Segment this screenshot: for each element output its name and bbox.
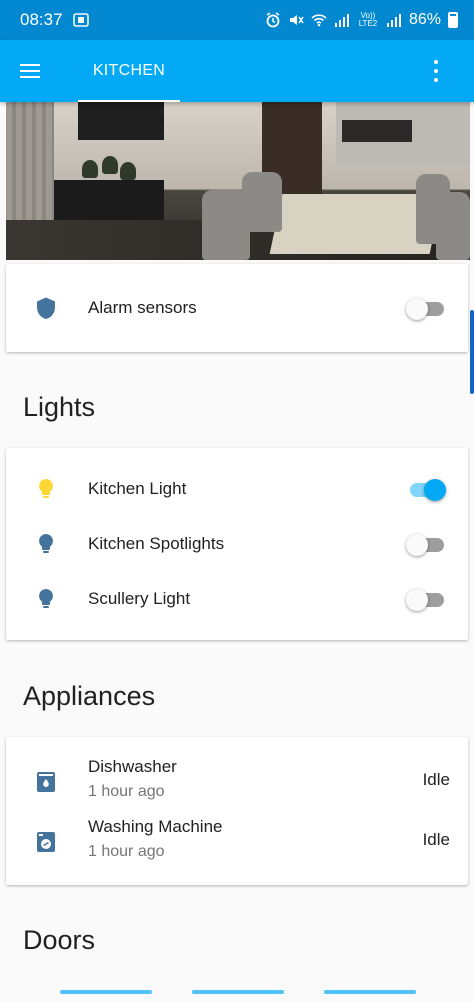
signal-icon: [334, 14, 349, 27]
battery-percent: 86%: [408, 11, 441, 28]
status-time: 08:37: [20, 10, 63, 29]
tab-kitchen[interactable]: KITCHEN: [78, 40, 180, 102]
appliances-card: Dishwasher 1 hour ago Idle Washing Machi…: [6, 737, 468, 885]
alarm-icon: [266, 12, 280, 28]
alarm-toggle[interactable]: [406, 297, 446, 320]
light-row-scullery[interactable]: Scullery Light: [6, 576, 468, 622]
alarm-label: Alarm sensors: [88, 298, 197, 317]
tab-indicator: [78, 100, 180, 102]
wifi-icon: [311, 14, 327, 27]
shield-icon: [37, 297, 55, 319]
light-row-spotlights[interactable]: Kitchen Spotlights: [6, 521, 468, 567]
appliances-title: Appliances: [23, 681, 156, 711]
light-toggle-scullery[interactable]: [406, 588, 446, 611]
dishwasher-icon: [37, 772, 55, 792]
screenshot-icon: [72, 13, 89, 27]
scrollbar[interactable]: [470, 310, 474, 394]
bottom-nav-hint: [0, 986, 474, 1001]
appliance-label: Washing Machine: [88, 817, 223, 836]
light-label: Scullery Light: [88, 589, 191, 608]
light-toggle-kitchen[interactable]: [406, 478, 446, 501]
battery-icon: [448, 12, 458, 28]
doors-title: Doors: [23, 925, 96, 955]
lights-title: Lights: [23, 392, 96, 422]
network-label: Vo)) LTE2: [358, 11, 378, 28]
appliance-label: Dishwasher: [88, 757, 177, 776]
menu-icon: [20, 64, 40, 78]
alarm-row[interactable]: Alarm sensors: [6, 285, 468, 331]
appliance-row-washing-machine[interactable]: Washing Machine 1 hour ago Idle: [6, 817, 468, 867]
lights-card: Kitchen Light Kitchen Spotlights Sculler…: [6, 448, 468, 640]
light-toggle-spotlights[interactable]: [406, 533, 446, 556]
appliance-last-changed: 1 hour ago: [88, 783, 165, 800]
light-row-kitchen[interactable]: Kitchen Light: [6, 466, 468, 512]
more-vert-icon[interactable]: [426, 60, 446, 82]
lightbulb-icon: [39, 589, 53, 608]
appliance-state: Idle: [422, 770, 450, 789]
appliance-state: Idle: [422, 830, 450, 849]
alarm-card: Alarm sensors: [6, 264, 468, 352]
lightbulb-icon: [39, 479, 53, 498]
menu-button[interactable]: [0, 40, 60, 102]
lightbulb-icon: [39, 534, 53, 553]
appliance-row-dishwasher[interactable]: Dishwasher 1 hour ago Idle: [6, 757, 468, 807]
app-bar: KITCHEN: [0, 40, 474, 102]
status-bar: 08:37 Vo)) LTE2 86%: [0, 0, 474, 40]
light-label: Kitchen Spotlights: [88, 534, 225, 553]
mute-icon: [289, 15, 304, 25]
light-label: Kitchen Light: [88, 479, 187, 498]
washing-machine-icon: [37, 832, 55, 852]
appliance-last-changed: 1 hour ago: [88, 843, 165, 860]
camera-feed[interactable]: [6, 102, 470, 260]
signal-icon-2: [386, 14, 401, 27]
